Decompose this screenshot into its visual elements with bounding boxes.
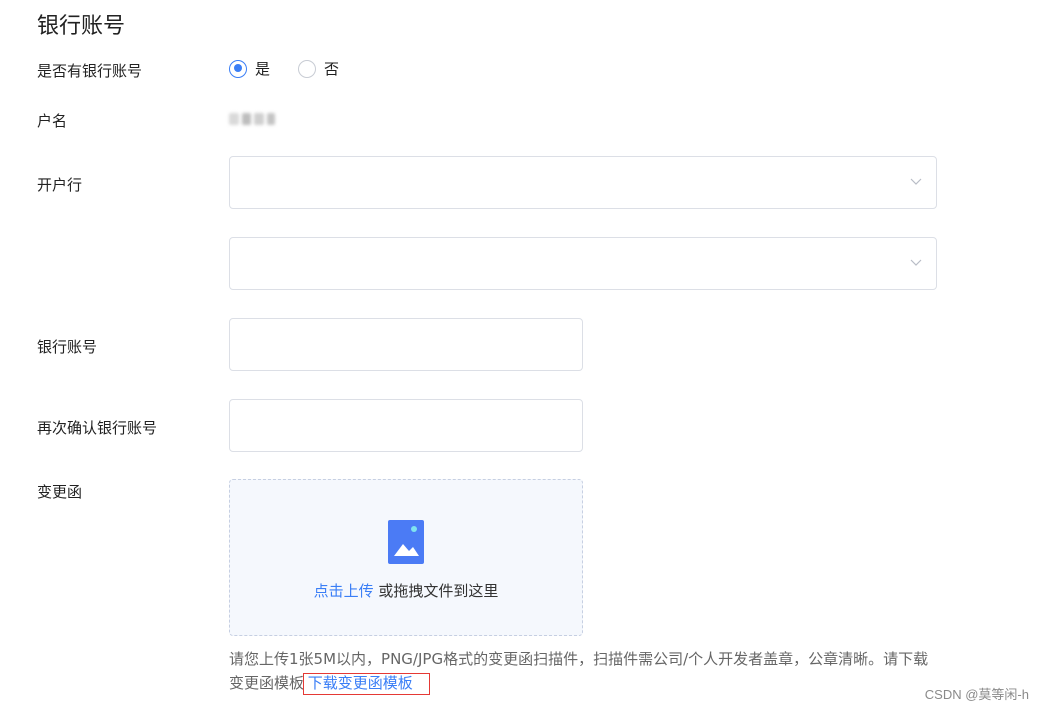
radio-yes[interactable]: 是 — [229, 58, 270, 79]
upload-hint: 请您上传1张5M以内，PNG/JPG格式的变更函扫描件，扫描件需公司/个人开发者… — [229, 647, 941, 695]
bank-label: 开户行 — [37, 176, 83, 194]
drag-hint-text: 或拖拽文件到这里 — [373, 582, 499, 600]
has-account-label: 是否有银行账号 — [37, 62, 143, 80]
account-name-value-blurred — [229, 113, 275, 125]
radio-yes-circle[interactable] — [229, 59, 247, 78]
account-number-input[interactable] — [229, 318, 583, 371]
bank-select[interactable] — [229, 156, 937, 209]
click-upload-link[interactable]: 点击上传 — [314, 582, 374, 600]
bank-branch-select[interactable] — [229, 237, 937, 290]
section-title: 银行账号 — [37, 14, 126, 39]
radio-yes-label: 是 — [255, 60, 271, 78]
change-letter-label: 变更函 — [37, 483, 83, 501]
upload-dropzone[interactable]: 点击上传 或拖拽文件到这里 — [229, 479, 583, 636]
download-template-link[interactable]: 下载变更函模板 — [302, 673, 430, 695]
confirm-account-number-label: 再次确认银行账号 — [37, 419, 158, 437]
chevron-down-icon — [910, 178, 922, 185]
account-number-label: 银行账号 — [37, 338, 98, 356]
radio-no-label: 否 — [324, 60, 340, 78]
upload-text: 点击上传 或拖拽文件到这里 — [230, 580, 582, 601]
radio-no[interactable]: 否 — [298, 58, 339, 79]
account-name-label: 户名 — [37, 112, 68, 130]
chevron-down-icon — [910, 259, 922, 266]
watermark: CSDN @莫等闲-h — [924, 687, 1029, 702]
image-upload-icon — [388, 520, 424, 564]
radio-no-circle[interactable] — [298, 59, 317, 78]
confirm-account-number-input[interactable] — [229, 399, 583, 452]
has-account-radio-group: 是 否 — [229, 58, 367, 79]
